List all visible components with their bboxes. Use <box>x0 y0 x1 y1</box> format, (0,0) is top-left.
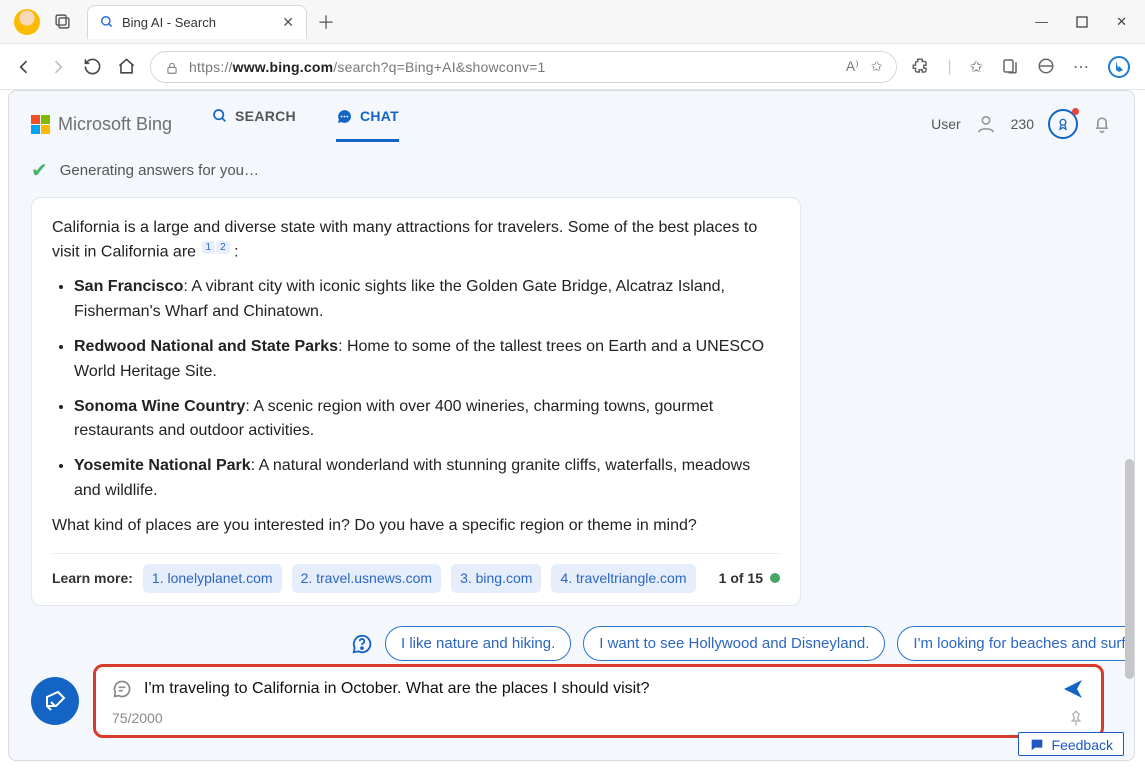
source-chip[interactable]: 4. traveltriangle.com <box>551 564 695 594</box>
list-item: Sonoma Wine Country: A scenic region wit… <box>74 395 780 445</box>
source-chip[interactable]: 1. lonelyplanet.com <box>143 564 282 594</box>
suggestion-chip[interactable]: I like nature and hiking. <box>385 626 571 661</box>
browser-toolbar: https://www.bing.com/search?q=Bing+AI&sh… <box>0 44 1145 90</box>
favorite-icon[interactable]: ✩ <box>871 58 883 75</box>
lock-icon <box>165 58 179 74</box>
scrollbar[interactable] <box>1122 91 1135 760</box>
rewards-points[interactable]: 230 <box>1011 116 1034 132</box>
result-counter: 1 of 15 <box>719 568 780 590</box>
search-icon <box>100 13 114 31</box>
url-text: https://www.bing.com/search?q=Bing+AI&sh… <box>189 59 546 75</box>
status-dot-icon <box>770 573 780 583</box>
back-button[interactable] <box>14 57 34 77</box>
chat-input-box[interactable]: 75/2000 <box>93 664 1104 738</box>
brand-text: Microsoft Bing <box>58 114 172 135</box>
rewards-badge-icon[interactable] <box>1048 109 1078 139</box>
chat-icon <box>112 679 132 699</box>
collections-icon[interactable] <box>1001 57 1019 75</box>
composer: 75/2000 <box>31 664 1104 738</box>
search-icon <box>212 107 228 124</box>
bell-icon[interactable] <box>1092 114 1112 134</box>
close-icon[interactable]: ✕ <box>282 14 294 31</box>
scrollbar-thumb[interactable] <box>1125 459 1134 679</box>
suggestion-row: I like nature and hiking. I want to see … <box>9 606 1109 661</box>
page-viewport: Microsoft Bing SEARCH CHAT User 230 <box>8 90 1135 761</box>
list-item: Yosemite National Park: A natural wonder… <box>74 454 780 504</box>
new-topic-button[interactable] <box>31 677 79 725</box>
learn-more-label: Learn more: <box>52 568 133 590</box>
microsoft-logo-icon <box>31 115 50 134</box>
answer-intro: California is a large and diverse state … <box>52 216 780 266</box>
ie-mode-icon[interactable] <box>1037 57 1055 75</box>
source-chip[interactable]: 2. travel.usnews.com <box>292 564 442 594</box>
extensions-icon[interactable] <box>911 57 929 75</box>
tab-title: Bing AI - Search <box>122 15 274 30</box>
char-counter: 75/2000 <box>112 710 163 726</box>
source-chip[interactable]: 3. bing.com <box>451 564 541 594</box>
favorites-icon[interactable]: ✩ <box>970 57 983 77</box>
check-icon: ✔ <box>31 158 48 183</box>
send-button[interactable] <box>1061 677 1085 701</box>
forward-button <box>48 57 68 77</box>
citation-1[interactable]: 1 <box>202 241 216 254</box>
minimize-icon[interactable]: ― <box>1035 14 1048 30</box>
workspaces-icon[interactable] <box>54 13 71 31</box>
browser-tab[interactable]: Bing AI - Search ✕ <box>87 5 307 39</box>
list-item: San Francisco: A vibrant city with iconi… <box>74 275 780 325</box>
tab-search[interactable]: SEARCH <box>212 107 296 142</box>
answer-card: California is a large and diverse state … <box>31 197 801 607</box>
window-close-icon[interactable]: ✕ <box>1116 14 1127 30</box>
new-tab-button[interactable]: ＋ <box>317 9 335 35</box>
window-titlebar: Bing AI - Search ✕ ＋ ― ✕ <box>0 0 1145 44</box>
bing-sidebar-icon[interactable] <box>1107 55 1131 79</box>
suggestion-chip[interactable]: I'm looking for beaches and surfing. <box>897 626 1135 661</box>
bing-logo[interactable]: Microsoft Bing <box>31 114 172 135</box>
feedback-button[interactable]: Feedback <box>1018 732 1124 756</box>
generating-status: ✔ Generating answers for you… <box>9 148 1134 197</box>
list-item: Redwood National and State Parks: Home t… <box>74 335 780 385</box>
address-bar[interactable]: https://www.bing.com/search?q=Bing+AI&sh… <box>150 51 897 83</box>
citation-2[interactable]: 2 <box>216 241 230 254</box>
chat-input[interactable] <box>144 680 1049 698</box>
pin-icon[interactable] <box>1067 709 1085 727</box>
answer-followup: What kind of places are you interested i… <box>52 514 780 539</box>
user-label[interactable]: User <box>931 116 961 132</box>
person-icon[interactable] <box>975 113 997 135</box>
chat-icon <box>336 107 353 125</box>
refresh-button[interactable] <box>82 57 102 76</box>
tab-chat[interactable]: CHAT <box>336 107 399 142</box>
status-text: Generating answers for you… <box>60 162 259 179</box>
maximize-icon[interactable] <box>1076 14 1088 30</box>
learn-more-row: Learn more: 1. lonelyplanet.com 2. trave… <box>52 553 780 594</box>
menu-icon[interactable]: ⋯ <box>1073 57 1089 77</box>
read-aloud-icon[interactable]: A⁾ <box>846 58 859 75</box>
suggestion-chip[interactable]: I want to see Hollywood and Disneyland. <box>583 626 885 661</box>
question-icon[interactable] <box>351 632 373 655</box>
profile-avatar[interactable] <box>14 9 40 35</box>
home-button[interactable] <box>116 57 136 76</box>
bing-header: Microsoft Bing SEARCH CHAT User 230 <box>9 91 1134 148</box>
